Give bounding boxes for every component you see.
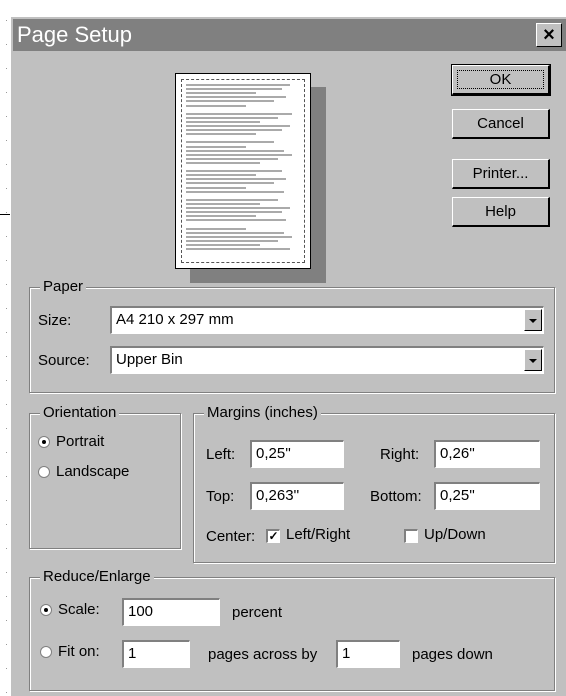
up-down-label[interactable]: Up/Down	[424, 526, 486, 544]
preview-text-line	[186, 141, 274, 144]
preview-text-line	[186, 104, 246, 107]
center-label: Center:	[206, 528, 256, 545]
pages-down-label: pages down	[412, 646, 493, 663]
scale-label[interactable]: Scale:	[58, 601, 100, 619]
size-value: A4 210 x 297 mm	[116, 311, 234, 328]
preview-text-line	[186, 174, 256, 177]
paper-legend: Paper	[40, 278, 87, 296]
size-select[interactable]: A4 210 x 297 mm	[110, 306, 544, 334]
dialog-title: Page Setup	[17, 22, 132, 47]
preview-text-line	[186, 161, 260, 164]
page-setup-dialog: Page Setup × OK Cancel Printer... Help P…	[10, 16, 566, 696]
fit-down-input[interactable]: 1	[336, 640, 400, 668]
size-label: Size:	[38, 312, 72, 329]
preview-text-line	[186, 129, 282, 132]
preview-text-line	[186, 243, 260, 246]
preview-text-line	[186, 149, 284, 152]
right-margin-input[interactable]: 0,26''	[434, 440, 540, 468]
preview-text-line	[186, 227, 246, 230]
preview-text-line	[186, 198, 278, 201]
margins-legend: Margins (inches)	[204, 404, 321, 422]
portrait-radio[interactable]	[38, 436, 50, 448]
cancel-button[interactable]: Cancel	[452, 109, 550, 139]
preview-text-line	[186, 92, 256, 95]
portrait-label[interactable]: Portrait	[56, 433, 104, 451]
top-margin-input[interactable]: 0,263''	[250, 482, 344, 510]
landscape-label[interactable]: Landscape	[56, 463, 129, 481]
page-preview	[175, 73, 311, 269]
background-ruler-dots	[6, 20, 7, 696]
orientation-group: Orientation Portrait Landscape	[29, 404, 181, 549]
right-margin-label: Right:	[380, 446, 420, 463]
center-left-right-checkbox[interactable]: ✓	[266, 529, 280, 543]
preview-text-line	[186, 112, 292, 115]
preview-text-line	[186, 84, 290, 86]
preview-text-line	[186, 219, 286, 222]
preview-text-line	[186, 182, 274, 185]
landscape-radio[interactable]	[38, 466, 50, 478]
preview-text-line	[186, 178, 286, 181]
close-button[interactable]: ×	[536, 23, 562, 47]
preview-text-line	[186, 170, 282, 173]
left-margin-label: Left:	[206, 446, 236, 463]
fit-on-radio[interactable]	[40, 646, 52, 658]
percent-label: percent	[232, 604, 283, 621]
preview-text-line	[186, 215, 256, 218]
preview-text-line	[186, 157, 278, 160]
preview-text-line	[186, 153, 292, 156]
background-line	[0, 214, 10, 215]
scale-input[interactable]: 100	[122, 598, 220, 626]
source-label: Source:	[38, 352, 90, 369]
preview-text-line	[186, 211, 282, 214]
left-margin-input[interactable]: 0,25''	[250, 440, 344, 468]
preview-margin-outline	[181, 79, 305, 263]
pages-across-label: pages across by	[208, 646, 318, 663]
top-margin-label: Top:	[206, 488, 235, 505]
reduce-enlarge-group: Reduce/Enlarge Scale: 100 percent Fit on…	[29, 568, 555, 691]
paper-group: Paper Size: A4 210 x 297 mm Source: Uppe…	[29, 278, 555, 393]
reduce-enlarge-legend: Reduce/Enlarge	[40, 568, 154, 586]
orientation-legend: Orientation	[40, 404, 120, 422]
preview-text-line	[186, 190, 284, 193]
printer-button[interactable]: Printer...	[452, 159, 550, 189]
source-value: Upper Bin	[116, 351, 183, 368]
preview-text-line	[186, 116, 278, 119]
preview-text-line	[186, 248, 290, 250]
fit-on-label[interactable]: Fit on:	[58, 643, 100, 661]
source-select[interactable]: Upper Bin	[110, 346, 544, 374]
chevron-down-icon[interactable]	[524, 309, 542, 331]
center-up-down-checkbox[interactable]	[404, 529, 418, 543]
fit-across-input[interactable]: 1	[122, 640, 190, 668]
help-button[interactable]: Help	[452, 197, 550, 227]
chevron-down-icon[interactable]	[524, 349, 542, 371]
left-right-label[interactable]: Left/Right	[286, 526, 350, 544]
bottom-margin-input[interactable]: 0,25''	[434, 482, 540, 510]
preview-text-line	[186, 231, 284, 234]
preview-text-line	[186, 96, 286, 99]
preview-text-line	[186, 186, 246, 189]
preview-text-line	[186, 202, 260, 205]
preview-text-line	[186, 120, 260, 123]
margins-group: Margins (inches) Left: 0,25'' Right: 0,2…	[193, 404, 555, 563]
preview-text-line	[186, 88, 282, 91]
preview-text-line	[186, 133, 256, 136]
preview-text-line	[186, 125, 290, 127]
scale-radio[interactable]	[40, 604, 52, 616]
preview-text-line	[186, 100, 274, 103]
preview-text-line	[186, 239, 278, 242]
title-bar[interactable]: Page Setup ×	[13, 19, 566, 51]
bottom-margin-label: Bottom:	[370, 488, 422, 505]
preview-text-line	[186, 207, 290, 209]
preview-text-line	[186, 145, 246, 148]
preview-text-line	[186, 235, 292, 238]
ok-button[interactable]: OK	[451, 64, 551, 96]
focus-rect	[457, 70, 544, 89]
